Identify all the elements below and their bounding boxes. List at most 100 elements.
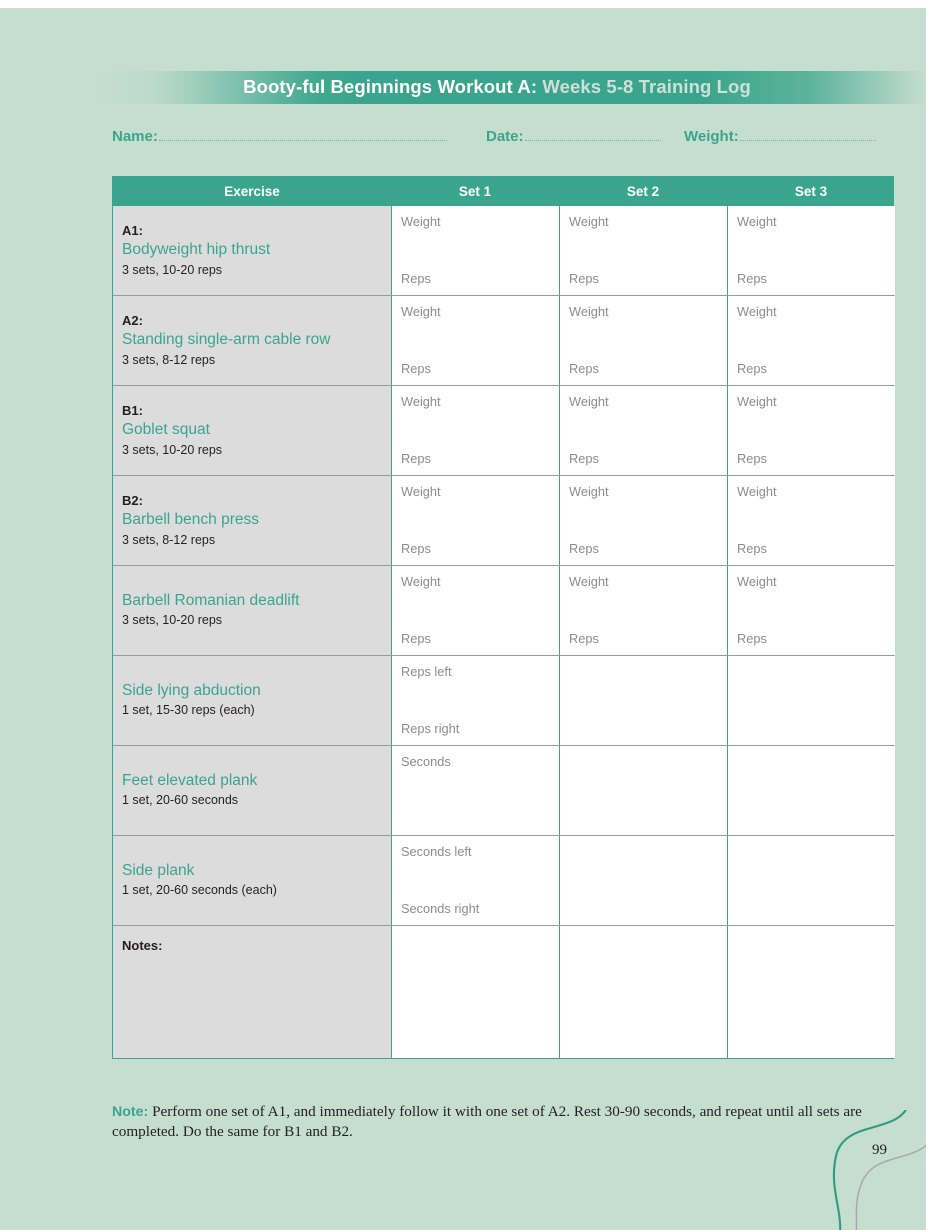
exercise-name: Bodyweight hip thrust xyxy=(122,241,271,259)
set-entry-cell[interactable]: Weight Reps xyxy=(727,566,895,655)
set-slot-bottom-label: Reps xyxy=(401,270,431,286)
column-header-exercise: Exercise xyxy=(224,184,280,199)
column-header-set-1: Set 1 xyxy=(458,184,492,199)
set-slot-top-label: Reps left xyxy=(401,664,452,679)
set-slot-bottom-label: Reps right xyxy=(401,720,460,736)
set-slot-top-label: Weight xyxy=(737,304,777,319)
exercise-cell: Barbell Romanian deadlift 3 sets, 10-20 r… xyxy=(113,566,391,655)
set-entry-cell[interactable]: Weight Reps xyxy=(559,476,727,565)
table-row: B2: Barbell bench press 3 sets, 8-12 reps W… xyxy=(113,476,895,566)
table-row: Side lying abduction 1 set, 15-30 reps (e… xyxy=(113,656,895,746)
set-slot-bottom-label: Reps xyxy=(569,630,599,646)
exercise-name: Side lying abduction xyxy=(122,681,261,699)
set-slot-bottom-label: Reps xyxy=(737,540,767,556)
notes-entry-cell[interactable] xyxy=(391,926,559,1058)
set-entry-cell[interactable] xyxy=(559,656,727,745)
set-entry-cell[interactable]: Weight Reps xyxy=(559,296,727,385)
set-entry-cell[interactable] xyxy=(559,836,727,925)
set-slot-bottom-label: Seconds right xyxy=(401,900,480,916)
weight-field-group[interactable]: Weight: xyxy=(684,128,876,145)
weight-input-rule[interactable] xyxy=(739,128,876,141)
table-row: Feet elevated plank 1 set, 20-60 seconds S… xyxy=(113,746,895,836)
notes-entry-cell[interactable] xyxy=(559,926,727,1058)
form-field-row: Name: Date: Weight: xyxy=(112,128,902,152)
set-entry-cell[interactable]: Weight Reps xyxy=(391,566,559,655)
exercise-name: Feet elevated plank xyxy=(122,771,258,789)
set-slot-bottom-label: Reps xyxy=(737,450,767,466)
set-entry-cell[interactable]: Weight Reps xyxy=(559,566,727,655)
set-entry-cell[interactable]: Weight Reps xyxy=(727,386,895,475)
set-slot-top-label: Weight xyxy=(569,394,609,409)
title-weeks-label: Weeks 5-8 Training Log xyxy=(537,76,751,98)
notes-entry-cell[interactable] xyxy=(727,926,895,1058)
table-row: Barbell Romanian deadlift 3 sets, 10-20 r… xyxy=(113,566,895,656)
set-slot-bottom-label: Reps xyxy=(401,450,431,466)
name-input-rule[interactable] xyxy=(158,128,447,141)
weight-label: Weight: xyxy=(684,128,739,145)
set-entry-cell[interactable]: Weight Reps xyxy=(727,476,895,565)
set-slot-bottom-label: Reps xyxy=(401,540,431,556)
date-input-rule[interactable] xyxy=(524,128,661,141)
exercise-prescription: 1 set, 20-60 seconds xyxy=(122,793,239,808)
set-entry-cell[interactable]: Weight Reps xyxy=(391,296,559,385)
set-entry-cell[interactable]: Weight Reps xyxy=(391,476,559,565)
set-slot-top-label: Weight xyxy=(737,574,777,589)
set-slot-top-label: Weight xyxy=(401,304,441,319)
set-slot-top-label: Weight xyxy=(569,214,609,229)
set-slot-top-label: Weight xyxy=(401,484,441,499)
column-header-set-2: Set 2 xyxy=(626,184,660,199)
set-entry-cell[interactable]: Weight Reps xyxy=(559,206,727,295)
training-log-table: Exercise Set 1 Set 2 Set 3 A1: Bodyweight… xyxy=(112,176,895,1059)
set-entry-cell[interactable]: Seconds left Seconds right xyxy=(391,836,559,925)
exercise-code: B2: xyxy=(122,492,143,508)
page-title-banner: Booty-ful Beginnings Workout A: Weeks 5-… xyxy=(90,71,926,104)
footnote: Note: Perform one set of A1, and immedia… xyxy=(112,1102,896,1143)
exercise-name: Barbell Romanian deadlift xyxy=(122,591,300,609)
notes-label-cell: Notes: xyxy=(113,926,391,1058)
set-slot-top-label: Weight xyxy=(401,574,441,589)
table-row: Side plank 1 set, 20-60 seconds (each) Sec… xyxy=(113,836,895,926)
exercise-prescription: 3 sets, 8-12 reps xyxy=(122,352,216,367)
set-entry-cell[interactable]: Weight Reps xyxy=(727,206,895,295)
set-entry-cell[interactable] xyxy=(559,746,727,835)
set-entry-cell[interactable] xyxy=(727,656,895,745)
exercise-cell: B1: Goblet squat 3 sets, 10-20 reps xyxy=(113,386,391,475)
set-entry-cell[interactable]: Weight Reps xyxy=(391,386,559,475)
exercise-prescription: 1 set, 20-60 seconds (each) xyxy=(122,883,277,898)
set-slot-top-label: Weight xyxy=(737,394,777,409)
set-slot-bottom-label: Reps xyxy=(737,360,767,376)
set-slot-bottom-label: Reps xyxy=(401,630,431,646)
set-slot-bottom-label: Reps xyxy=(569,270,599,286)
notes-label: Notes: xyxy=(122,938,163,953)
set-entry-cell[interactable]: Reps left Reps right xyxy=(391,656,559,745)
page-title: Booty-ful Beginnings Workout A: Weeks 5-… xyxy=(243,78,751,97)
name-label: Name: xyxy=(112,128,158,145)
set-entry-cell[interactable] xyxy=(727,836,895,925)
date-field-group[interactable]: Date: xyxy=(486,128,661,145)
set-slot-top-label: Weight xyxy=(401,214,441,229)
table-row: A1: Bodyweight hip thrust 3 sets, 10-20 re… xyxy=(113,206,895,296)
table-body: A1: Bodyweight hip thrust 3 sets, 10-20 re… xyxy=(113,206,895,1058)
exercise-cell: A1: Bodyweight hip thrust 3 sets, 10-20 re… xyxy=(113,206,391,295)
set-slot-top-label: Weight xyxy=(569,574,609,589)
exercise-code: A1: xyxy=(122,222,143,238)
exercise-cell: A2: Standing single-arm cable row 3 sets, … xyxy=(113,296,391,385)
set-entry-cell[interactable]: Weight Reps xyxy=(559,386,727,475)
date-label: Date: xyxy=(486,128,524,145)
footnote-text: Perform one set of A1, and immediately f… xyxy=(112,1103,862,1141)
set-slot-top-label: Seconds xyxy=(401,754,451,769)
exercise-prescription: 1 set, 15-30 reps (each) xyxy=(122,703,255,718)
title-workout-label: Workout A: xyxy=(432,76,538,98)
set-entry-cell[interactable]: Seconds xyxy=(391,746,559,835)
exercise-prescription: 3 sets, 10-20 reps xyxy=(122,442,223,457)
table-row: A2: Standing single-arm cable row 3 sets, … xyxy=(113,296,895,386)
set-entry-cell[interactable]: Weight Reps xyxy=(391,206,559,295)
exercise-prescription: 3 sets, 8-12 reps xyxy=(122,532,216,547)
set-entry-cell[interactable]: Weight Reps xyxy=(727,296,895,385)
exercise-prescription: 3 sets, 10-20 reps xyxy=(122,262,223,277)
set-entry-cell[interactable] xyxy=(727,746,895,835)
exercise-name: Side plank xyxy=(122,861,195,879)
set-slot-top-label: Weight xyxy=(737,484,777,499)
set-slot-top-label: Weight xyxy=(401,394,441,409)
name-field-group[interactable]: Name: xyxy=(112,128,447,145)
